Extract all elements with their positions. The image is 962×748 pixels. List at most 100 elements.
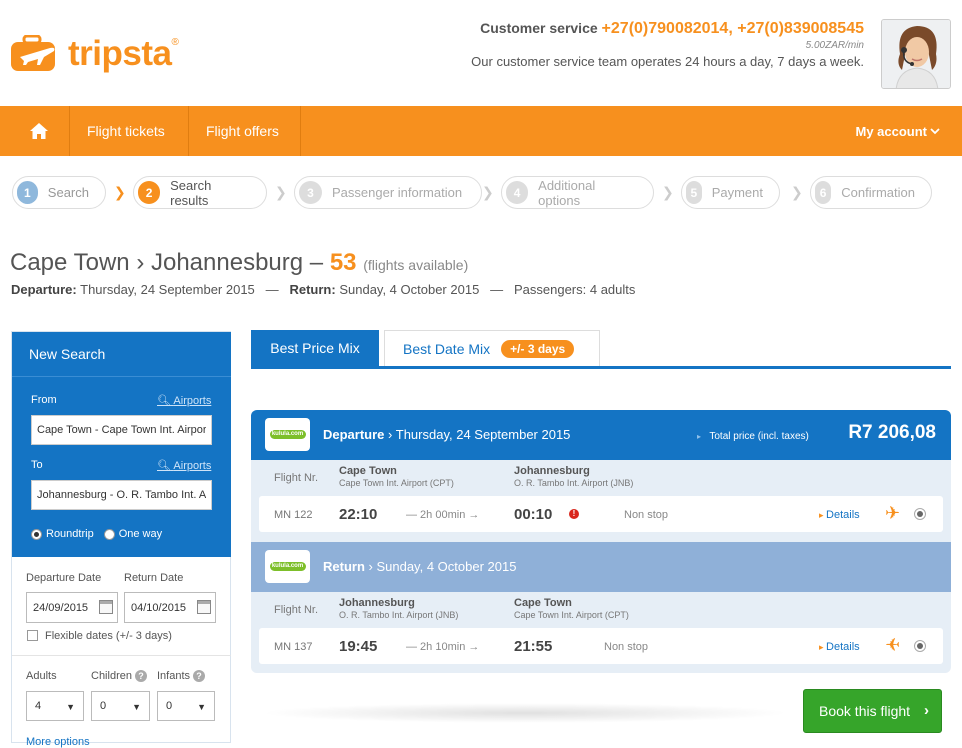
total-price-label: ▸ Total price (incl. taxes) <box>697 431 809 442</box>
tab-best-date-mix[interactable]: Best Date Mix +/- 3 days <box>384 330 600 367</box>
select-return-radio[interactable] <box>914 640 926 652</box>
airline-logo-text: kulula.com <box>269 562 306 571</box>
main-nav: Flight tickets Flight offers My account <box>0 106 962 156</box>
chevron-right-icon: › <box>924 702 929 719</box>
select-departure-radio[interactable] <box>914 508 926 520</box>
customer-service-phones[interactable]: +27(0)790082014, +27(0)839008545 <box>602 20 864 37</box>
tripsta-logo[interactable]: tripsta ® <box>10 32 179 76</box>
departure-columns: Flight Nr. Cape Town Cape Town Int. Airp… <box>251 460 951 495</box>
return-date-input[interactable]: 04/10/2015 <box>124 592 216 623</box>
date-range-badge: +/- 3 days <box>501 340 575 358</box>
segment-arrow: › <box>388 427 396 442</box>
step-number: 2 <box>138 181 161 204</box>
new-search-panel: New Search From 🔍︎ Airports To 🔍︎ Airpor… <box>11 331 231 743</box>
airports-link-label: Airports <box>173 395 212 407</box>
calendar-icon[interactable] <box>99 600 113 614</box>
from-airports-link[interactable]: 🔍︎ Airports <box>157 394 211 407</box>
divider <box>12 376 231 377</box>
one-way-radio[interactable] <box>103 528 115 540</box>
step-chevron-icon: ❯ <box>482 184 494 200</box>
step-confirmation: 6 Confirmation <box>810 176 932 209</box>
children-label: Children? <box>91 670 147 682</box>
flexible-dates-checkbox[interactable] <box>27 630 38 641</box>
step-search[interactable]: 1 Search <box>12 176 106 209</box>
help-icon[interactable]: ? <box>134 670 147 682</box>
return-value: Sunday, 4 October 2015 <box>339 282 480 297</box>
passengers-value: Passengers: 4 adults <box>513 282 636 297</box>
plane-departure-icon: ✈ <box>885 503 901 523</box>
logo-text: tripsta <box>68 34 172 73</box>
return-date-value: 04/10/2015 <box>131 601 187 614</box>
route-dash: – <box>309 249 324 276</box>
warning-icon[interactable]: ! <box>569 509 579 519</box>
step-label: Additional options <box>538 177 596 208</box>
nav-divider <box>300 106 301 156</box>
departure-segment-date: Thursday, 24 September 2015 <box>395 427 571 442</box>
tab-best-price-mix[interactable]: Best Price Mix <box>251 330 379 366</box>
departure-flight-row[interactable]: MN 122 22:10 — 2h 00min → 00:10 ! Non st… <box>259 496 943 532</box>
departure-time: 19:45 <box>339 638 378 655</box>
step-payment: 5 Payment <box>681 176 780 209</box>
roundtrip-radio[interactable] <box>31 528 42 540</box>
step-chevron-icon: ❯ <box>791 184 803 200</box>
route-from: Cape Town <box>10 249 130 276</box>
flight-result-card: kulula.com Departure › Thursday, 24 Sept… <box>251 410 951 673</box>
departure-date-input[interactable]: 24/09/2015 <box>26 592 118 623</box>
step-search-results: 2 Search results <box>133 176 267 209</box>
departure-value: Thursday, 24 September 2015 <box>80 282 255 297</box>
caret-down-icon: ▼ <box>132 702 141 712</box>
step-label: Payment <box>711 185 763 200</box>
nav-flight-tickets[interactable]: Flight tickets <box>70 106 182 156</box>
step-number: 5 <box>686 181 702 204</box>
stops-info: Non stop <box>624 509 669 521</box>
calendar-icon[interactable] <box>197 600 211 614</box>
departure-date-value: 24/09/2015 <box>33 601 89 614</box>
departure-label: Departure: <box>11 282 77 297</box>
departure-title: Departure › Thursday, 24 September 2015 <box>323 427 570 442</box>
return-segment-label: Return <box>323 559 365 574</box>
infants-select[interactable]: 0 ▼ <box>157 691 215 721</box>
step-passenger-information: 3 Passenger information <box>294 176 482 209</box>
departure-time: 22:10 <box>339 506 378 523</box>
one-way-label: One way <box>118 528 163 540</box>
airports-link-label: Airports <box>173 460 212 472</box>
flexible-dates-label: Flexible dates (+/- 3 days) <box>45 630 172 642</box>
help-icon[interactable]: ? <box>193 670 206 682</box>
customer-service-label: Customer service <box>480 20 598 36</box>
departure-header: kulula.com Departure › Thursday, 24 Sept… <box>251 410 951 460</box>
caret-down-icon: ▼ <box>66 702 75 712</box>
departure-segment-label: Departure <box>323 427 385 442</box>
book-this-flight-button[interactable]: Book this flight › <box>803 689 942 733</box>
step-label: Search results <box>170 177 212 208</box>
roundtrip-label: Roundtrip <box>46 528 94 540</box>
adults-value: 4 <box>35 700 42 712</box>
return-label: Return: <box>289 282 336 297</box>
details-link[interactable]: Details <box>819 509 860 521</box>
tabs-underline <box>251 366 951 369</box>
caret-down-icon: ▼ <box>197 702 206 712</box>
return-flight-row[interactable]: MN 137 19:45 — 2h 10min → 21:55 Non stop… <box>259 628 943 664</box>
divider <box>12 655 231 656</box>
departure-from-city: Cape Town <box>339 465 397 477</box>
stops-info: Non stop <box>604 641 649 653</box>
nav-my-account[interactable]: My account <box>855 106 940 156</box>
details-link[interactable]: Details <box>819 641 860 653</box>
tab-best-date-label: Best Date Mix <box>403 341 491 357</box>
total-price-label-text: Total price (incl. taxes) <box>709 431 809 442</box>
adults-select[interactable]: 4 ▼ <box>26 691 84 721</box>
children-select[interactable]: 0 ▼ <box>91 691 150 721</box>
site-header: tripsta ® Customer service +27(0)79008201… <box>0 0 962 106</box>
home-icon <box>30 123 48 139</box>
to-input[interactable] <box>31 480 212 510</box>
more-options-link[interactable]: More options <box>26 736 90 748</box>
from-input[interactable] <box>31 415 212 445</box>
customer-service-block: Customer service +27(0)790082014, +27(0)… <box>471 20 864 69</box>
flight-count: 53 <box>329 249 357 276</box>
to-airports-link[interactable]: 🔍︎ Airports <box>157 459 211 472</box>
call-rate: 5.00ZAR/min <box>805 40 864 51</box>
search-icon: 🔍︎ <box>157 395 171 407</box>
flights-available-label: (flights available) <box>363 257 469 273</box>
nav-home[interactable] <box>10 106 68 156</box>
nav-flight-offers[interactable]: Flight offers <box>189 106 296 156</box>
children-label-text: Children <box>91 670 132 682</box>
